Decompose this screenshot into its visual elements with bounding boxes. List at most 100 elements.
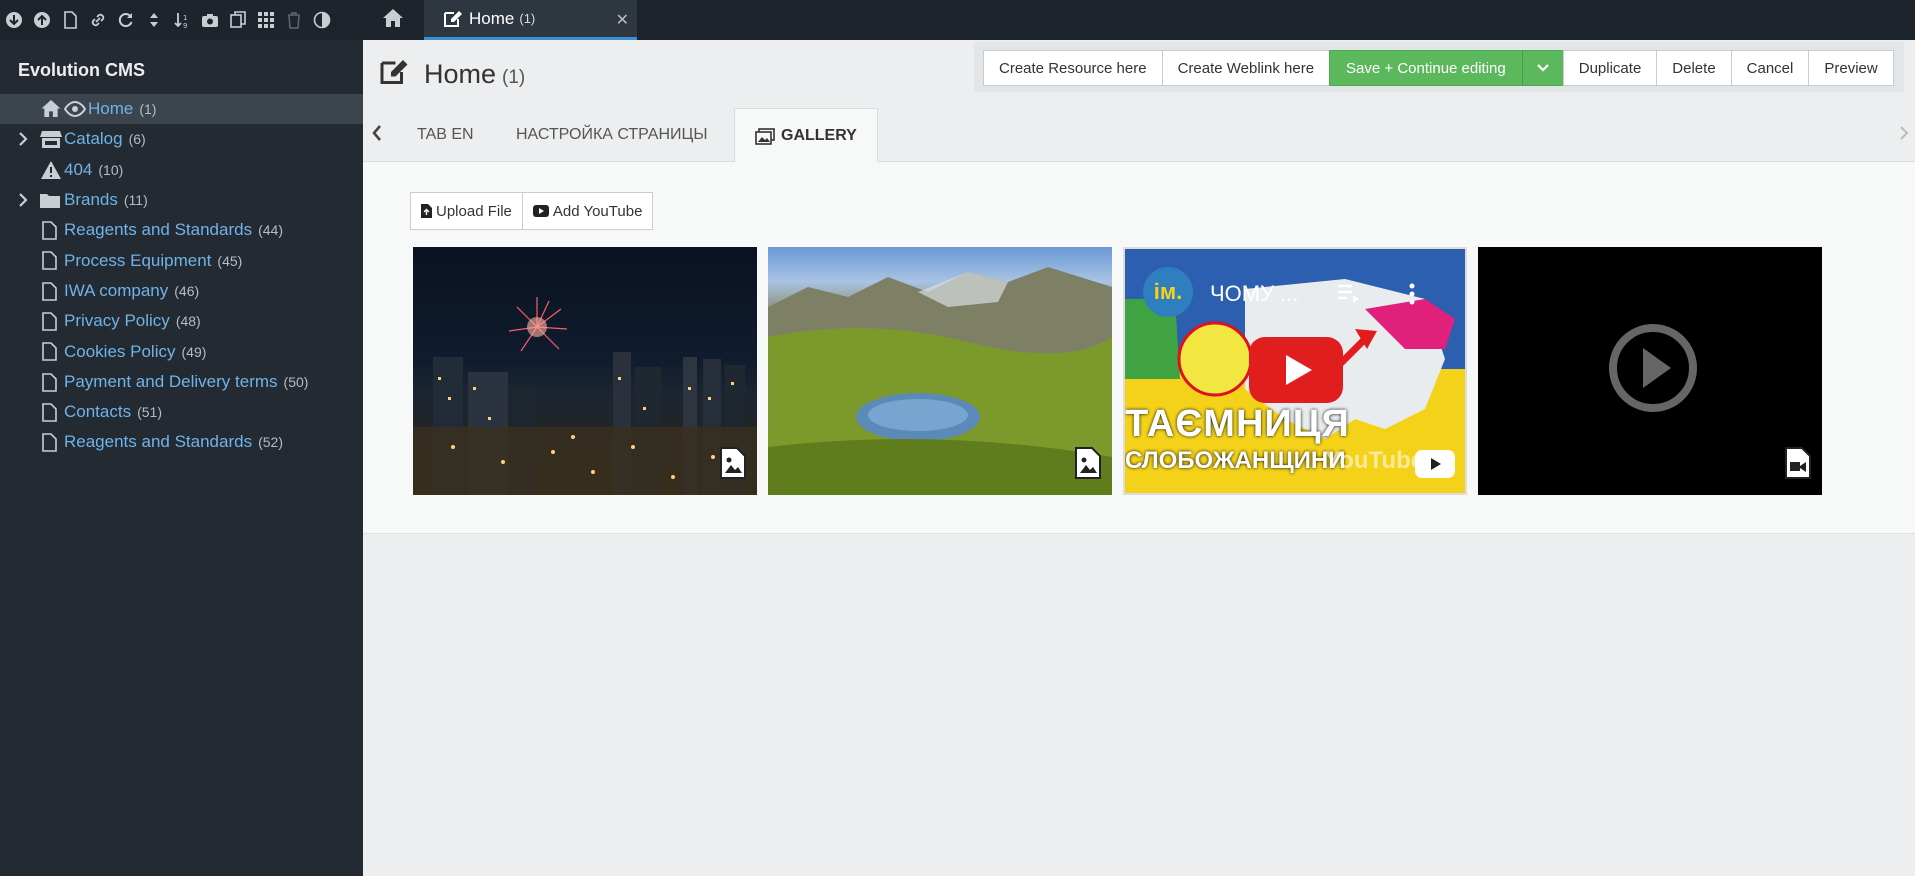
tree-item-document[interactable]: Reagents and Standards (44) — [0, 215, 363, 245]
youtube-label: Add YouTube — [552, 202, 643, 220]
main-content: Home (1) Create Resource here Create Webl… — [363, 40, 1915, 876]
gallery-image-fireworks[interactable] — [413, 247, 757, 495]
svg-text:1: 1 — [183, 14, 187, 22]
tree-item-document[interactable]: Reagents and Standards (52) — [0, 427, 363, 457]
top-bar: 19 Home (1) ✕ — [0, 0, 1915, 40]
tree-item-document[interactable]: Contacts (51) — [0, 397, 363, 427]
tree-item-document[interactable]: Process Equipment (45) — [0, 245, 363, 275]
copy-icon[interactable] — [226, 8, 250, 32]
warning-icon — [40, 160, 62, 180]
chevron-right-icon[interactable] — [18, 193, 28, 212]
tree-item-label: Contacts (51) — [64, 402, 162, 422]
video-title: ЧОМУ ... — [1210, 281, 1299, 306]
play-circle-icon — [1608, 323, 1698, 418]
cancel-button[interactable]: Cancel — [1730, 50, 1810, 86]
tree-item-document[interactable]: Privacy Policy (48) — [0, 306, 363, 336]
folder-icon — [40, 192, 60, 208]
create-weblink-button[interactable]: Create Weblink here — [1161, 50, 1331, 86]
youtube-badge-icon — [1415, 450, 1455, 483]
more-vert-icon — [1409, 283, 1415, 310]
tree-item-label: Brands (11) — [64, 190, 148, 210]
trash-icon[interactable] — [282, 8, 306, 32]
home-tab[interactable] — [363, 0, 423, 40]
file-upload-icon — [421, 204, 432, 218]
document-icon — [42, 221, 57, 240]
tree-item-label: Privacy Policy (48) — [64, 311, 201, 331]
tab-gallery[interactable]: GALLERY — [734, 108, 878, 163]
tree-item-document[interactable]: Cookies Policy (49) — [0, 336, 363, 366]
tree-item-catalog[interactable]: Catalog (6) — [0, 124, 363, 154]
grid-icon[interactable] — [254, 8, 278, 32]
tree-toolbar: 19 — [0, 0, 363, 40]
document-icon — [42, 433, 57, 453]
video-file-icon — [1784, 446, 1812, 485]
save-options-dropdown[interactable] — [1521, 50, 1564, 86]
create-resource-button[interactable]: Create Resource here — [983, 50, 1163, 86]
contrast-icon[interactable] — [310, 8, 334, 32]
youtube-play-icon[interactable] — [1249, 337, 1343, 408]
tree-item-label: Payment and Delivery terms (50) — [64, 371, 309, 391]
camera-icon[interactable] — [198, 8, 222, 32]
document-icon — [42, 403, 57, 422]
chevron-left-icon[interactable] — [371, 124, 383, 147]
banner-text-2: СЛОБОЖАНЩИНИ — [1125, 447, 1346, 474]
tree-item-brands[interactable]: Brands (11) — [0, 185, 363, 215]
youtube-icon — [532, 205, 549, 217]
eye-icon — [64, 101, 86, 117]
close-tab-icon[interactable]: ✕ — [616, 10, 629, 30]
chevron-right-icon[interactable] — [18, 132, 28, 151]
fireworks-city-image — [413, 297, 757, 495]
edit-icon — [443, 10, 463, 28]
tab-label: Home — [469, 8, 515, 28]
page-title: Home (1) — [424, 59, 526, 89]
youtube-brand: YouTube — [1325, 447, 1425, 474]
tab-page-settings[interactable]: НАСТРОЙКА СТРАНИЦЫ — [516, 108, 708, 162]
svg-text:9: 9 — [183, 22, 187, 29]
gallery-panel: Upload File Add YouTube ім. ЧОМУ ... ТАЄ… — [363, 162, 1915, 534]
weblink-icon[interactable] — [86, 8, 110, 32]
duplicate-button[interactable]: Duplicate — [1562, 50, 1658, 86]
banner-text-1: ТАЄМНИЦЯ — [1125, 403, 1350, 445]
upload-icon[interactable] — [30, 8, 54, 32]
tree-item-label: IWA company (46) — [64, 280, 200, 300]
chevron-right-icon[interactable] — [1899, 125, 1909, 146]
tree-item-label: Cookies Policy (49) — [64, 341, 207, 361]
gallery-youtube-video[interactable]: ім. ЧОМУ ... ТАЄМНИЦЯ СЛОБОЖАНЩИНИ YouTu… — [1123, 247, 1467, 495]
store-icon — [40, 130, 62, 149]
collapse-icon[interactable] — [142, 8, 166, 32]
refresh-icon[interactable] — [114, 8, 138, 32]
document-icon — [42, 251, 57, 271]
gallery-image-lake[interactable] — [768, 247, 1112, 495]
home-icon — [382, 8, 404, 33]
chevron-down-icon — [1536, 63, 1549, 73]
document-icon — [42, 342, 57, 362]
tab-label: GALLERY — [781, 127, 857, 144]
tree-item-label: Home (1) — [88, 99, 157, 119]
gallery-video-file[interactable] — [1478, 247, 1822, 495]
sidebar: Evolution CMS Home (1) Catalog (6) 404 (10)… — [0, 40, 363, 876]
tab-en[interactable]: TAB EN — [417, 108, 474, 162]
save-continue-button[interactable]: Save + Continue editing — [1329, 50, 1523, 86]
tab-home-document[interactable]: Home (1) ✕ — [424, 0, 637, 40]
delete-button[interactable]: Delete — [1656, 50, 1732, 86]
tree-item-label: Reagents and Standards (52) — [64, 432, 283, 452]
preview-button[interactable]: Preview — [1808, 50, 1894, 86]
mountain-lake-image — [768, 267, 1112, 495]
tree-item-404[interactable]: 404 (10) — [0, 155, 363, 185]
tree-item-document[interactable]: IWA company (46) — [0, 276, 363, 306]
edit-icon — [379, 58, 409, 91]
site-title[interactable]: Evolution CMS — [18, 60, 145, 81]
tab-count: (1) — [519, 11, 536, 26]
new-resource-icon[interactable] — [2, 8, 26, 32]
tree-item-label: Reagents and Standards (44) — [64, 220, 283, 240]
content-tabs: TAB EN НАСТРОЙКА СТРАНИЦЫ GALLERY — [363, 108, 1915, 163]
add-youtube-button[interactable]: Add YouTube — [521, 192, 654, 230]
upload-file-button[interactable]: Upload File — [410, 192, 523, 230]
new-document-icon[interactable] — [58, 8, 82, 32]
sort-icon[interactable]: 19 — [170, 8, 194, 32]
tree-item-label: Process Equipment (45) — [64, 250, 243, 270]
document-icon — [42, 372, 57, 392]
tree-item-document[interactable]: Payment and Delivery terms (50) — [0, 367, 363, 397]
playlist-icon — [1337, 283, 1361, 308]
tree-item-home[interactable]: Home (1) — [0, 94, 363, 125]
